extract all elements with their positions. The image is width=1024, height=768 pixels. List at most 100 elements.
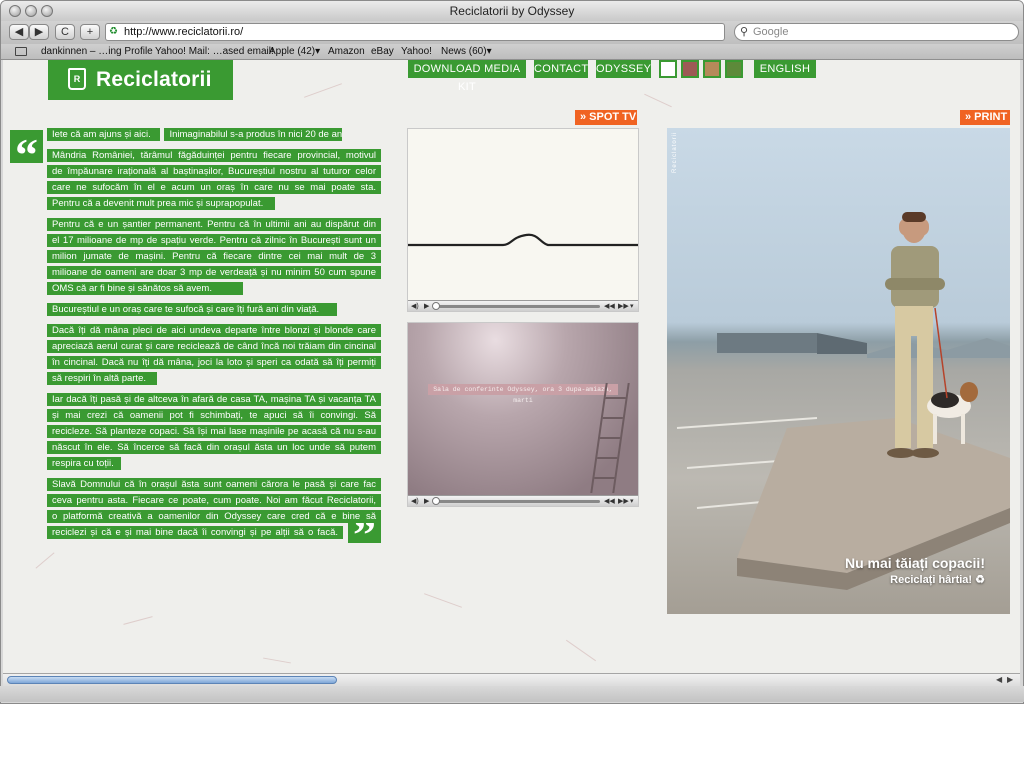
video-screen[interactable]: Sala de conferinte Odyssey, ora 3 dupa-a… (408, 323, 638, 495)
poster-slogan-2: Reciclați hârtia! ♻ (890, 574, 985, 586)
paper-fiber (565, 639, 597, 662)
zoom-window-button[interactable] (41, 5, 53, 17)
video-caption: Sala de conferinte Odyssey, ora 3 dupa-a… (428, 384, 618, 404)
search-input[interactable]: ⚲ Google (734, 23, 1019, 41)
scroll-left-arrow-icon[interactable]: ◀ (996, 674, 1002, 686)
paper-fiber (304, 83, 342, 98)
volume-icon[interactable]: ◀) (411, 301, 419, 312)
address-bar[interactable]: ♻ http://www.reciclatorii.ro/ (105, 23, 725, 41)
print-label: » PRINT (960, 110, 1010, 125)
video-screen[interactable] (408, 129, 638, 300)
story-line: care ne sufocăm în el e acum un oraș în … (47, 181, 381, 194)
search-icon: ⚲ (740, 26, 749, 38)
seek-bar[interactable] (436, 500, 600, 503)
story-line: o platformă creativă a oamenilor din Ody… (47, 510, 381, 523)
close-window-button[interactable] (9, 5, 21, 17)
rewind-icon[interactable]: ◀◀ (604, 496, 615, 507)
story-line: să respiri în altă parte. (47, 372, 157, 385)
open-quote-icon: “ (10, 130, 43, 180)
print-poster[interactable]: Reciclatorii Nu mai tăiați copacii! Reci… (667, 128, 1010, 614)
video-player-spot-1[interactable]: ◀) ▶ ◀◀ ▶▶ ▾ (407, 128, 639, 312)
bookmark-item[interactable]: Yahoo! (401, 44, 432, 60)
back-button[interactable]: ◀ (9, 24, 29, 40)
story-line: și mai crezi că oamenii pot fi schimbați… (47, 409, 381, 422)
story-line: născut în ele. Să încerce să facă din or… (47, 441, 381, 454)
add-bookmark-button[interactable]: + (80, 24, 100, 40)
poster-brand: Reciclatorii (672, 131, 678, 173)
ladder-image (590, 383, 630, 493)
video-player-spot-2[interactable]: Sala de conferinte Odyssey, ora 3 dupa-a… (407, 322, 639, 507)
spot-tv-label: » SPOT TV (575, 110, 637, 125)
story-line: reciclezi și că e și mai bine dacă îi co… (47, 526, 343, 539)
story-line: Slavă Domnului că în orașul ăsta sunt oa… (47, 478, 381, 491)
horizontal-scrollbar[interactable]: ◀ ▶ (3, 673, 1020, 686)
story-line: ceva pentru asta. Fiecare ce poate, cum … (47, 494, 381, 507)
address-url: http://www.reciclatorii.ro/ (124, 26, 244, 38)
video-controls: ◀) ▶ ◀◀ ▶▶ ▾ (408, 495, 638, 506)
nav-contact[interactable]: CONTACT (534, 60, 588, 78)
theme-swatch-tan[interactable] (703, 60, 721, 78)
recycle-bin-icon: R (68, 68, 86, 90)
site-logo-text: Reciclatorii (96, 68, 212, 91)
search-placeholder: Google (753, 26, 789, 38)
bookmark-item[interactable]: News (60)▾ (441, 44, 492, 60)
menu-dropdown-icon[interactable]: ▾ (630, 301, 634, 312)
story-line: Iete că am ajuns și aici. (47, 128, 160, 141)
story-line: recicleze. Să planteze copaci. Să își ma… (47, 425, 381, 438)
video-frame-line-drawing (408, 233, 638, 247)
bookmarks-bar: dankinnen – …ing Profile Yahoo! Mail: …a… (1, 44, 1023, 60)
story-line: milioane de oameni are doar 3 mp de verd… (47, 266, 381, 279)
nav-odyssey[interactable]: ODYSSEY (596, 60, 651, 78)
poster-photo (676, 212, 1010, 590)
bookmark-item[interactable]: Amazon (328, 44, 365, 60)
bookmark-item[interactable]: dankinnen – …ing Profile (41, 44, 153, 60)
nav-download-media-kit[interactable]: DOWNLOAD MEDIA KIT (408, 60, 526, 93)
reload-button[interactable]: C (55, 24, 75, 40)
story-line: el 17 milioane de mp de spațiu verde. Pe… (47, 234, 381, 247)
paper-fiber (123, 616, 153, 625)
video-controls: ◀) ▶ ◀◀ ▶▶ ▾ (408, 300, 638, 311)
seek-bar[interactable] (436, 305, 600, 308)
paper-fiber (35, 552, 55, 569)
theme-swatch-green[interactable] (725, 60, 743, 78)
story-line: Pentru că e un șantier permanent. Pentru… (47, 218, 381, 231)
language-english[interactable]: ENGLISH (754, 60, 816, 78)
theme-swatch-white[interactable] (659, 60, 677, 78)
story-text: Iete că am ajuns și aici. Inimaginabilul… (47, 128, 381, 542)
theme-swatch-red[interactable] (681, 60, 699, 78)
rewind-icon[interactable]: ◀◀ (604, 301, 615, 312)
story-line: Dacă îți dă mâna pleci de aici undeva de… (47, 324, 381, 337)
bookmark-item[interactable]: Yahoo! Mail: …ased email! (155, 44, 274, 60)
scrollbar-thumb[interactable] (7, 676, 337, 684)
story-line: Iar dacă îți pasă și de altceva în afară… (47, 393, 381, 406)
paper-fiber (263, 657, 291, 664)
story-line: de împăunare irațională al baștinașilor,… (47, 165, 381, 178)
web-page: R Reciclatorii DOWNLOAD MEDIA KIT CONTAC… (3, 60, 1020, 673)
bookmark-item[interactable]: eBay (371, 44, 394, 60)
window-title: Reciclatorii by Odyssey (449, 4, 575, 18)
story-line: Inimaginabilul s-a produs în nici 20 de … (164, 128, 343, 141)
fast-forward-icon[interactable]: ▶▶ (618, 496, 629, 507)
title-bar: Reciclatorii by Odyssey (1, 1, 1023, 21)
play-icon[interactable]: ▶ (424, 301, 429, 312)
forward-button[interactable]: ▶ (29, 24, 49, 40)
seek-handle[interactable] (432, 302, 440, 310)
story-line: Pentru că a devenit mult prea mic și sup… (47, 197, 275, 210)
volume-icon[interactable]: ◀) (411, 496, 419, 507)
bookmark-item[interactable]: Apple (42)▾ (269, 44, 320, 60)
minimize-window-button[interactable] (25, 5, 37, 17)
paper-fiber (644, 93, 672, 108)
story-line: respira cu toții. (47, 457, 121, 470)
story-line: Mândria României, tărâmul făgăduinței pe… (47, 149, 381, 162)
story-line: apreciază aerul curat și care reciclează… (47, 340, 381, 353)
poster-slogan-1: Nu mai tăiați copacii! (844, 555, 985, 571)
menu-dropdown-icon[interactable]: ▾ (630, 496, 634, 507)
scroll-right-arrow-icon[interactable]: ▶ (1007, 674, 1013, 686)
fast-forward-icon[interactable]: ▶▶ (618, 301, 629, 312)
site-favicon-icon: ♻ (109, 26, 118, 37)
bookmarks-book-icon[interactable] (15, 47, 27, 56)
seek-handle[interactable] (432, 497, 440, 505)
story-line: în cincinal. Dacă nu îți dă mâna, joci l… (47, 356, 381, 369)
play-icon[interactable]: ▶ (424, 496, 429, 507)
site-logo[interactable]: R Reciclatorii (48, 60, 233, 100)
